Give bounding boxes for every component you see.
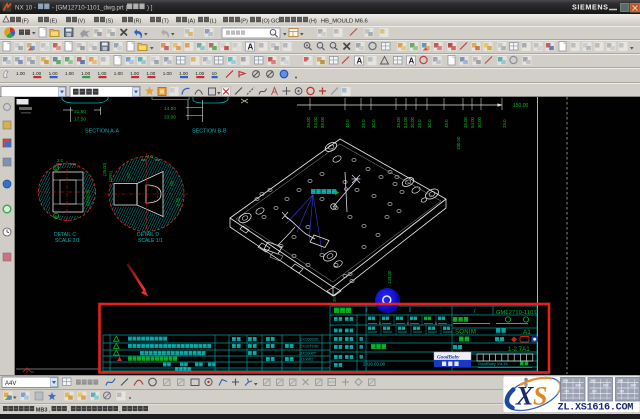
svg-text:) ]: ) ] (147, 5, 153, 12)
svg-text:3X1000T: 3X1000T (300, 351, 317, 356)
svg-text:(H): (H) (309, 18, 317, 24)
svg-text:1.00: 1.00 (16, 71, 25, 76)
svg-text:S: S (533, 382, 547, 411)
svg-text:35.00: 35.00 (463, 116, 468, 128)
svg-text:SECTION A-A: SECTION A-A (85, 129, 120, 135)
svg-text:150.00: 150.00 (513, 103, 529, 109)
svg-text:40.0: 40.0 (345, 119, 350, 128)
svg-text:48.0: 48.0 (444, 119, 449, 128)
svg-text:17.50: 17.50 (74, 117, 86, 123)
svg-text:35.00: 35.00 (396, 116, 401, 128)
svg-text:(T): (T) (162, 18, 169, 24)
svg-text:SCALE 1/1: SCALE 1/1 (138, 238, 163, 244)
svg-text:- [GM12710-1101_dwg.prt (: - [GM12710-1101_dwg.prt ( (52, 5, 128, 12)
svg-text:SECTION B-B: SECTION B-B (192, 129, 227, 135)
svg-text:54.00: 54.00 (470, 116, 475, 128)
svg-text:4.0: 4.0 (147, 154, 153, 159)
svg-text:25.0: 25.0 (502, 119, 507, 128)
svg-text:(P): (P) (240, 18, 248, 24)
svg-text:1.00: 1.00 (114, 71, 123, 76)
svg-text:30.0: 30.0 (427, 119, 432, 128)
svg-text:2X10002E: 2X10002E (300, 337, 319, 342)
svg-text:A1: A1 (523, 329, 531, 336)
svg-text:1.00: 1.00 (32, 71, 41, 76)
svg-text:(F): (F) (22, 18, 29, 24)
svg-text:54.00: 54.00 (403, 116, 408, 128)
svg-text:1.00: 1.00 (146, 71, 155, 76)
svg-text:GC: GC (271, 18, 279, 24)
svg-text:ZL.XS1616.COM: ZL.XS1616.COM (558, 403, 634, 414)
svg-text:MB3: MB3 (36, 408, 48, 414)
svg-text:R2: R2 (127, 173, 131, 178)
svg-text:1.00: 1.00 (130, 71, 139, 76)
svg-text:2X10T10E: 2X10T10E (300, 344, 319, 349)
svg-text:SIEMENS: SIEMENS (572, 3, 609, 12)
svg-text:1.00: 1.00 (163, 71, 172, 76)
svg-text:SONIM: SONIM (455, 330, 476, 336)
svg-text:149.00: 149.00 (387, 270, 392, 284)
svg-text:25.0: 25.0 (417, 119, 422, 128)
svg-text:A: A (248, 43, 254, 52)
svg-text:2.5: 2.5 (57, 158, 63, 163)
svg-text:6.35: 6.35 (176, 197, 181, 206)
svg-text:X: X (515, 382, 534, 411)
svg-text:(S): (S) (106, 18, 114, 24)
svg-text:30.00: 30.00 (477, 116, 482, 128)
svg-text:310002: 310002 (300, 357, 314, 362)
svg-text:1.00: 1.00 (49, 71, 58, 76)
svg-text:1.00: 1.00 (81, 71, 90, 76)
svg-text:25.0: 25.0 (361, 119, 366, 128)
svg-text:HB_MOULD M6.6: HB_MOULD M6.6 (321, 18, 368, 24)
svg-text:A: A (409, 57, 415, 66)
svg-text:R8: R8 (170, 180, 175, 186)
svg-text:(35.00): (35.00) (102, 162, 107, 176)
svg-text:1.00: 1.00 (65, 71, 74, 76)
svg-text:1.00: 1.00 (179, 71, 188, 76)
svg-text:33.00: 33.00 (164, 115, 176, 121)
svg-text:31.50: 31.50 (74, 109, 86, 115)
svg-text:GoodBaby Vol.16: GoodBaby Vol.16 (478, 362, 508, 366)
svg-text:(SR6): (SR6) (108, 170, 113, 182)
svg-text:30.00: 30.00 (410, 116, 415, 128)
svg-text:GoodBaby: GoodBaby (437, 355, 460, 361)
svg-text:35.00: 35.00 (306, 116, 311, 128)
svg-text:150.00: 150.00 (456, 136, 461, 150)
svg-text:(L): (L) (210, 18, 217, 24)
svg-text:54.00: 54.00 (313, 116, 318, 128)
svg-text:w: w (31, 369, 34, 374)
svg-text:1.00: 1.00 (98, 71, 107, 76)
svg-text:A: A (357, 57, 363, 66)
svg-text:NX 10 -: NX 10 - (15, 5, 36, 12)
svg-text:30.0: 30.0 (371, 119, 376, 128)
svg-text:(E): (E) (50, 18, 58, 24)
svg-text:SCALE 2/1: SCALE 2/1 (55, 238, 80, 244)
svg-text:(V): (V) (78, 18, 86, 24)
svg-text:2016.03.08: 2016.03.08 (363, 362, 386, 367)
svg-text:GM12710-1101: GM12710-1101 (496, 310, 537, 316)
svg-text:A4V: A4V (5, 381, 16, 387)
svg-text:1-2 7A1: 1-2 7A1 (508, 346, 530, 353)
svg-text:(O): (O) (262, 18, 270, 24)
svg-text:SR10.00: SR10.00 (86, 189, 91, 206)
svg-text:(R): (R) (134, 18, 142, 24)
svg-text:1.00: 1.00 (195, 71, 204, 76)
svg-text:14.00: 14.00 (164, 106, 176, 112)
svg-text:(A): (A) (188, 18, 196, 24)
svg-text:88.00: 88.00 (320, 116, 325, 128)
svg-text:10: 10 (212, 71, 218, 76)
